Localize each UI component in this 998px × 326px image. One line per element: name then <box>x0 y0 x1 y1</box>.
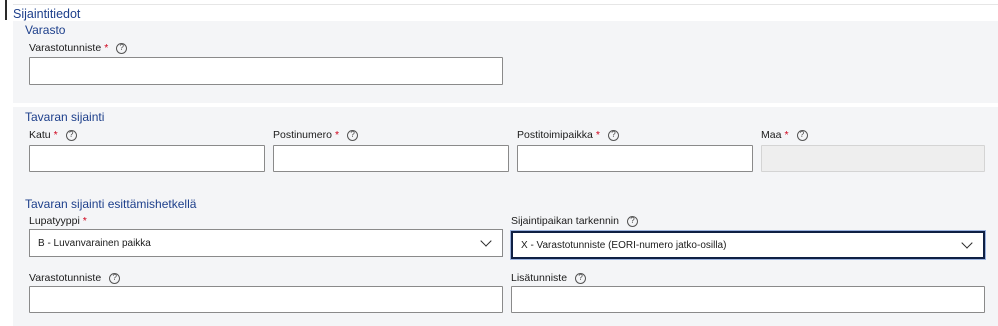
maa-label: Maa * ? <box>761 129 808 141</box>
chevron-down-icon <box>961 237 973 249</box>
label-text: Lupatyyppi <box>29 215 80 227</box>
label-text: Katu <box>29 129 51 141</box>
label-text: Sijaintipaikan tarkennin <box>511 215 619 227</box>
top-divider <box>13 4 998 5</box>
postitoimipaikka-label: Postitoimipaikka * ? <box>517 129 619 141</box>
left-rule <box>5 0 7 20</box>
esittamishetki-title: Tavaran sijainti esittämishetkellä <box>25 197 197 211</box>
help-icon[interactable]: ? <box>796 129 808 141</box>
help-icon[interactable]: ? <box>347 129 359 141</box>
lisatunniste-label: Lisätunniste ? <box>511 272 587 284</box>
help-icon[interactable]: ? <box>626 215 638 227</box>
help-icon[interactable]: ? <box>575 272 587 284</box>
lupatyyppi-label: Lupatyyppi * <box>29 215 87 227</box>
tavaran-sijainti-title: Tavaran sijainti <box>25 110 105 124</box>
label-text: Lisätunniste <box>511 272 568 284</box>
sijaintipaikan-tarkennin-selected-value: X - Varastotunniste (EORI-numero jatko-o… <box>521 239 727 251</box>
required-marker: * <box>784 129 789 141</box>
tavaran-sijainti-group: Tavaran sijainti Katu * ? Postinumero * … <box>13 107 998 186</box>
help-icon[interactable]: ? <box>109 272 121 284</box>
label-text: Postitoimipaikka <box>517 129 593 141</box>
varastotunniste-2-label: Varastotunniste ? <box>29 272 121 284</box>
varastotunniste-2-input[interactable] <box>29 286 503 313</box>
required-marker: * <box>82 215 87 227</box>
postinumero-input[interactable] <box>273 145 509 172</box>
help-icon[interactable]: ? <box>116 42 128 54</box>
katu-label: Katu * ? <box>29 129 77 141</box>
chevron-down-icon <box>480 235 492 247</box>
varasto-group: Varasto Varastotunniste * ? <box>13 21 998 103</box>
varastotunniste-input[interactable] <box>29 57 503 85</box>
sijaintipaikan-tarkennin-select[interactable]: X - Varastotunniste (EORI-numero jatko-o… <box>511 231 985 259</box>
katu-input[interactable] <box>29 145 265 172</box>
required-marker: * <box>53 129 58 141</box>
varastotunniste-label: Varastotunniste * ? <box>29 42 128 54</box>
help-icon[interactable]: ? <box>65 129 77 141</box>
required-marker: * <box>104 42 109 54</box>
maa-input <box>761 145 985 172</box>
esittamishetki-group: Tavaran sijainti esittämishetkellä Lupat… <box>13 186 998 326</box>
section-title: Sijaintitiedot <box>13 7 81 21</box>
varasto-title: Varasto <box>25 23 66 37</box>
label-text: Varastotunniste <box>29 272 102 284</box>
lupatyyppi-select[interactable]: B - Luvanvarainen paikka <box>29 229 503 257</box>
required-marker: * <box>334 129 340 141</box>
label-text: Postinumero <box>273 129 332 141</box>
sijaintipaikan-tarkennin-label: Sijaintipaikan tarkennin ? <box>511 215 638 227</box>
label-text: Maa <box>761 129 782 141</box>
lupatyyppi-selected-value: B - Luvanvarainen paikka <box>38 237 151 249</box>
lisatunniste-input[interactable] <box>511 286 985 313</box>
postinumero-label: Postinumero * ? <box>273 129 359 141</box>
required-marker: * <box>595 129 600 141</box>
help-icon[interactable]: ? <box>607 129 619 141</box>
label-text: Varastotunniste <box>29 42 102 54</box>
postitoimipaikka-input[interactable] <box>517 145 753 172</box>
